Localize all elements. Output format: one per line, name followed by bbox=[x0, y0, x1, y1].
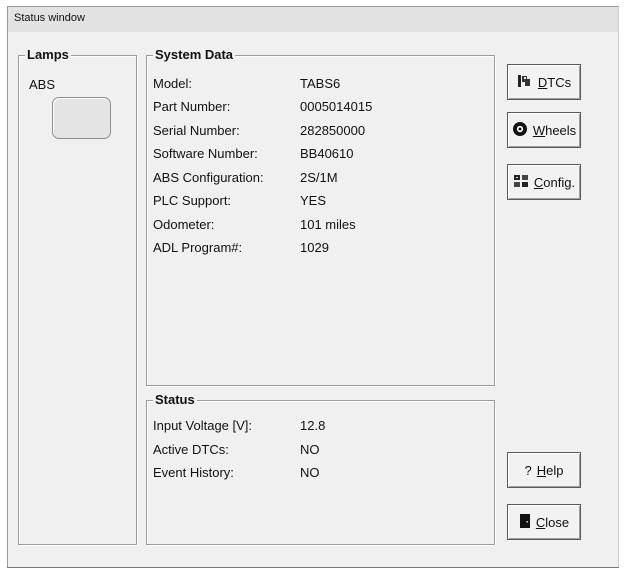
wheel-icon bbox=[512, 121, 528, 140]
serial-number-label: Serial Number: bbox=[153, 123, 240, 138]
plc-support-value: YES bbox=[300, 193, 327, 208]
close-button[interactable]: Close bbox=[507, 504, 581, 540]
abs-configuration-value: 2S/1M bbox=[300, 170, 338, 185]
config-icon bbox=[513, 173, 529, 192]
help-button[interactable]: ? Help bbox=[507, 452, 581, 488]
active-dtcs-label: Active DTCs: bbox=[153, 442, 229, 457]
plc-support-label: PLC Support: bbox=[153, 193, 232, 208]
software-number-value: BB40610 bbox=[300, 146, 354, 161]
odometer-label: Odometer: bbox=[153, 217, 215, 232]
serial-number-value: 282850000 bbox=[300, 123, 366, 138]
event-history-label: Event History: bbox=[153, 465, 234, 480]
door-icon bbox=[519, 513, 531, 532]
adl-program-value: 1029 bbox=[300, 240, 329, 255]
abs-lamp-indicator bbox=[52, 97, 111, 139]
active-dtcs-value: NO bbox=[300, 442, 320, 457]
abs-configuration-label: ABS Configuration: bbox=[153, 170, 264, 185]
part-number-label: Part Number: bbox=[153, 99, 231, 114]
status-legend: Status bbox=[153, 392, 197, 407]
dtcs-button[interactable]: DTCs bbox=[507, 64, 581, 100]
title-bar[interactable]: Status window bbox=[7, 6, 619, 33]
dtc-tool-icon bbox=[517, 73, 533, 92]
config-button[interactable]: Config. bbox=[507, 164, 581, 200]
odometer-value: 101 miles bbox=[300, 217, 356, 232]
config-button-label: Config. bbox=[533, 174, 576, 190]
status-group: Status Input Voltage [V]: 12.8 Active DT… bbox=[146, 392, 495, 545]
system-data-legend: System Data bbox=[153, 47, 236, 62]
model-label: Model: bbox=[153, 76, 193, 91]
help-button-label: Help bbox=[536, 462, 564, 478]
lamps-group: Lamps ABS bbox=[18, 47, 137, 545]
wheels-button-label: Wheels bbox=[532, 122, 577, 138]
event-history-value: NO bbox=[300, 465, 320, 480]
window-bottom-edge bbox=[7, 567, 619, 568]
abs-lamp-label: ABS bbox=[29, 77, 56, 92]
part-number-value: 0005014015 bbox=[300, 99, 373, 114]
input-voltage-label: Input Voltage [V]: bbox=[153, 418, 253, 433]
software-number-label: Software Number: bbox=[153, 146, 258, 161]
dtcs-button-label: DTCs bbox=[537, 74, 572, 90]
system-data-group: System Data Model: TABS6 Part Number: 00… bbox=[146, 47, 495, 386]
status-window: Status window Lamps ABS System Data Mode… bbox=[0, 0, 620, 582]
close-button-label: Close bbox=[535, 514, 570, 530]
wheels-button[interactable]: Wheels bbox=[507, 112, 581, 148]
window-client-area: Lamps ABS System Data Model: TABS6 Part … bbox=[7, 32, 619, 567]
lamps-legend: Lamps bbox=[25, 47, 71, 62]
adl-program-label: ADL Program#: bbox=[153, 240, 243, 255]
model-value: TABS6 bbox=[300, 76, 341, 91]
question-mark-icon: ? bbox=[524, 462, 532, 478]
input-voltage-value: 12.8 bbox=[300, 418, 326, 433]
window-title: Status window bbox=[14, 12, 85, 24]
